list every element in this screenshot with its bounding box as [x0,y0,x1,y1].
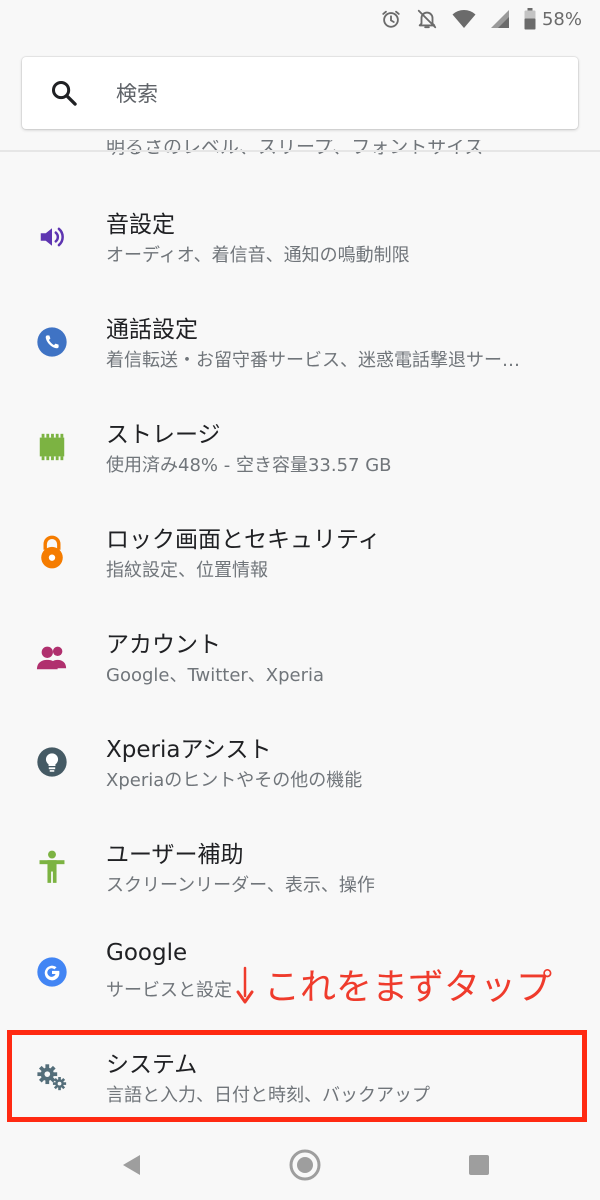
settings-item-subtitle: オーディオ、着信音、通知の鳴動制限 [106,245,410,266]
settings-item-title: 音設定 [106,212,175,238]
back-icon[interactable] [115,1148,149,1182]
settings-item-xperia-assist[interactable]: Xperiaアシスト Xperiaのヒントやその他の機能 [0,710,600,815]
annotation-text: これをまずタップ [264,967,553,1008]
google-icon [36,956,68,988]
battery-icon [524,8,536,30]
storage-icon [36,431,68,463]
settings-item-title: 通話設定 [106,317,198,343]
settings-item-subtitle: Xperiaのヒントやその他の機能 [106,770,363,791]
recents-icon[interactable] [462,1148,496,1182]
status-bar: 58% [0,0,600,38]
clipped-settings-row: 明るさのレベル、スリープ、フォントサイズ [106,140,586,164]
settings-item-call[interactable]: 通話設定 着信転送・お留守番サービス、迷惑電話撃退サー… [0,290,600,395]
notifications-off-icon [416,8,438,30]
settings-item-subtitle: スクリーンリーダー、表示、操作 [106,875,375,896]
settings-item-title: ロック画面とセキュリティ [106,527,381,553]
settings-item-accessibility[interactable]: ユーザー補助 スクリーンリーダー、表示、操作 [0,815,600,920]
alarm-icon [380,8,402,30]
annotation-arrow-icon [236,966,254,1004]
battery-percent: 58% [541,8,582,30]
settings-item-accounts[interactable]: アカウント Google、Twitter、Xperia [0,605,600,710]
settings-item-subtitle: Google、Twitter、Xperia [106,665,325,686]
search-icon [50,79,78,107]
settings-item-title: アカウント [106,632,221,658]
volume-icon [36,221,68,253]
phone-icon [36,326,68,358]
settings-item-subtitle: 指紋設定、位置情報 [106,560,268,581]
search-divider [0,150,600,152]
settings-item-title: Xperiaアシスト [106,737,272,763]
home-icon[interactable] [288,1148,322,1182]
search-placeholder: 検索 [116,82,158,106]
navigation-bar [0,1130,600,1200]
accessibility-icon [36,850,68,883]
settings-item-title: ユーザー補助 [106,842,244,868]
settings-item-sound[interactable]: 音設定 オーディオ、着信音、通知の鳴動制限 [0,185,600,290]
signal-icon [490,9,510,29]
lock-icon [36,535,68,569]
settings-item-storage[interactable]: ストレージ 使用済み48% - 空き容量33.57 GB [0,395,600,500]
accounts-icon [36,641,68,673]
settings-item-lock-security[interactable]: ロック画面とセキュリティ 指紋設定、位置情報 [0,500,600,605]
highlight-box [7,1030,587,1122]
search-bar[interactable]: 検索 [22,57,578,129]
status-icons: 58% [380,6,582,32]
settings-item-subtitle: 使用済み48% - 空き容量33.57 GB [106,455,392,476]
battery-indicator: 58% [524,8,582,30]
settings-item-subtitle: 着信転送・お留守番サービス、迷惑電話撃退サー… [106,350,520,371]
settings-item-title: Google [106,940,188,966]
settings-item-title: ストレージ [106,422,221,448]
lightbulb-icon [36,746,68,778]
wifi-icon [452,8,476,30]
